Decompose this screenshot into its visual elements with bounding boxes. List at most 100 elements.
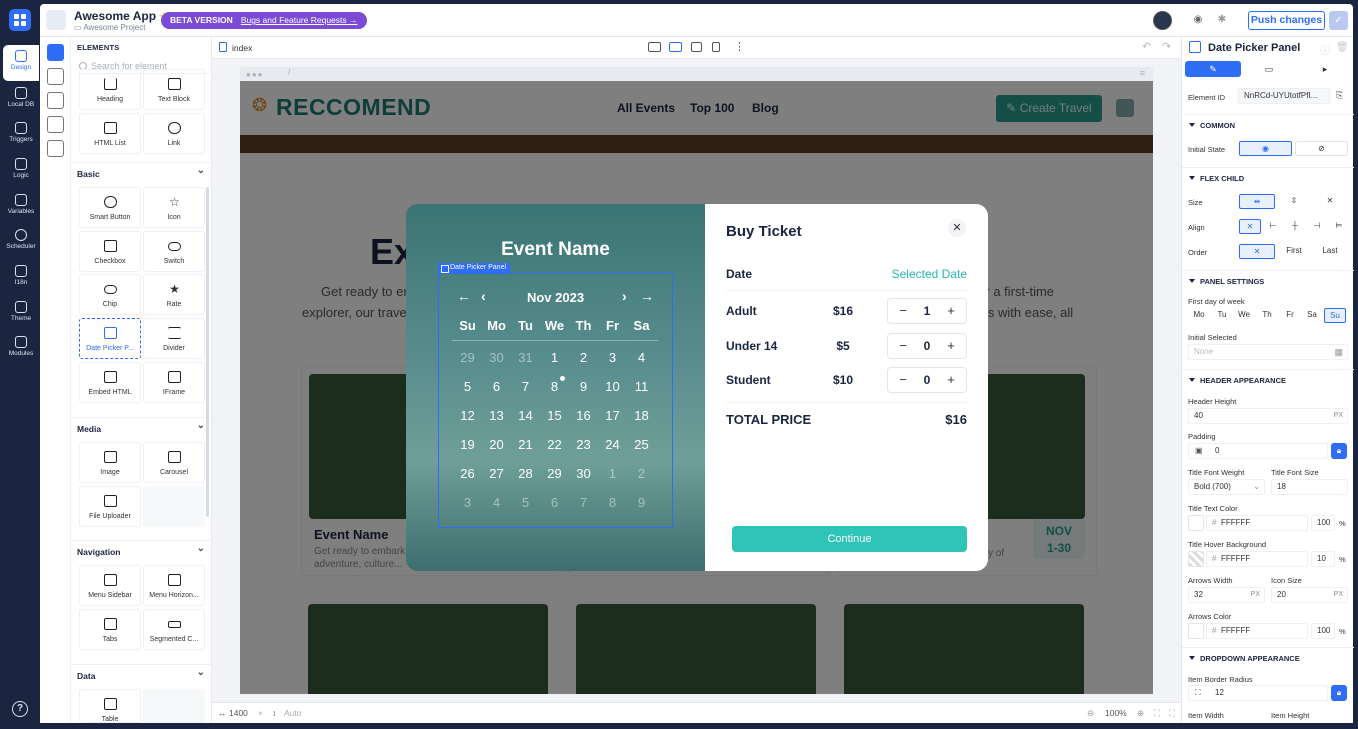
- next-year-arrow-icon[interactable]: →: [640, 288, 654, 304]
- order-last-button[interactable]: Last: [1313, 244, 1347, 259]
- calendar-day[interactable]: 3: [598, 350, 627, 365]
- section-navigation[interactable]: Navigation: [71, 538, 211, 562]
- tile-switch[interactable]: Switch: [143, 231, 205, 272]
- next-month-arrow-icon[interactable]: ›: [622, 288, 627, 304]
- align-none-icon[interactable]: ✕: [1239, 219, 1261, 234]
- calendar-day[interactable]: 9: [627, 495, 656, 510]
- avatar[interactable]: [1153, 11, 1172, 30]
- tile-tabs[interactable]: Tabs: [79, 609, 141, 650]
- tile-image[interactable]: Image: [79, 442, 141, 483]
- assets-icon[interactable]: [47, 140, 64, 157]
- tile-chip[interactable]: Chip: [79, 274, 141, 315]
- tile-divider[interactable]: Divider: [143, 318, 205, 359]
- title-font-weight-select[interactable]: Bold (700) ⌄: [1188, 479, 1265, 495]
- lock-icon[interactable]: 🔒︎: [1331, 685, 1347, 701]
- tile-segmented-control[interactable]: Segmented C...: [143, 609, 205, 650]
- calendar-day[interactable]: 8: [540, 379, 569, 394]
- rail-item-triggers[interactable]: Triggers: [3, 122, 39, 144]
- transparent-swatch[interactable]: [1188, 551, 1204, 567]
- plus-icon[interactable]: +: [944, 372, 958, 387]
- push-changes-button[interactable]: Push changes: [1248, 11, 1325, 30]
- opacity-input[interactable]: 100: [1311, 623, 1335, 639]
- rail-item-modules[interactable]: Modules: [3, 336, 39, 358]
- calendar-day[interactable]: 8: [598, 495, 627, 510]
- zoom-level[interactable]: 100%: [1105, 708, 1127, 718]
- help-icon[interactable]: ?: [12, 701, 28, 717]
- tile-table[interactable]: Table: [79, 689, 141, 723]
- page-icon[interactable]: [47, 92, 64, 109]
- icon-size-input[interactable]: 20 PX: [1271, 587, 1348, 603]
- tile-html-list[interactable]: HTML List: [79, 113, 141, 154]
- calendar-day[interactable]: 1: [540, 350, 569, 365]
- mobile-icon[interactable]: [712, 42, 720, 52]
- tile-text-block[interactable]: Text Block: [143, 69, 205, 110]
- beta-banner[interactable]: BETA VERSION Bugs and Feature Requests →: [161, 12, 367, 29]
- url-bar[interactable]: /: [288, 68, 290, 77]
- plus-icon[interactable]: +: [944, 303, 958, 318]
- doc-name[interactable]: index: [232, 43, 252, 53]
- calendar-day[interactable]: 17: [598, 408, 627, 423]
- rail-item-local-db[interactable]: Local DB: [3, 87, 39, 109]
- delete-icon[interactable]: 🗑: [1336, 42, 1349, 53]
- rail-item-i18n[interactable]: I18n: [3, 265, 39, 287]
- calendar-day[interactable]: 5: [511, 495, 540, 510]
- close-icon[interactable]: ✕: [948, 219, 966, 237]
- calendar-day[interactable]: 12: [453, 408, 482, 423]
- align-center-icon[interactable]: ┼: [1284, 219, 1306, 234]
- rail-item-theme[interactable]: Theme: [3, 301, 39, 323]
- tile-file-uploader[interactable]: File Uploader: [79, 486, 141, 527]
- size-grow-icon[interactable]: ⇳: [1276, 194, 1312, 209]
- browser-menu-icon[interactable]: ≡: [1140, 68, 1145, 78]
- color-swatch[interactable]: [1188, 515, 1204, 531]
- tile-icon[interactable]: ☆ Icon: [143, 187, 205, 228]
- calendar-day[interactable]: 7: [569, 495, 598, 510]
- tile-carousel[interactable]: Carousel: [143, 442, 205, 483]
- calendar-day[interactable]: 23: [569, 437, 598, 452]
- tile-menu-horizontal[interactable]: Menu Horizon...: [143, 565, 205, 606]
- first-day-option[interactable]: Mo: [1188, 308, 1210, 323]
- fullscreen-icon[interactable]: ⛶: [1169, 708, 1175, 719]
- rail-item-variables[interactable]: Variables: [3, 194, 39, 216]
- calendar-day[interactable]: 11: [627, 379, 656, 394]
- rail-item-scheduler[interactable]: Scheduler: [3, 229, 39, 251]
- calendar-day[interactable]: 9: [569, 379, 598, 394]
- calendar-day[interactable]: 28: [511, 466, 540, 481]
- align-start-icon[interactable]: ⊢: [1262, 219, 1284, 234]
- calendar-day[interactable]: 18: [627, 408, 656, 423]
- date-picker-panel[interactable]: Event Name Date Picker Panel ← ‹ Nov 202…: [406, 204, 705, 571]
- quantity-stepper[interactable]: −0 +: [887, 333, 967, 359]
- section-header-appearance[interactable]: HEADER APPEARANCE: [1182, 369, 1354, 390]
- minus-icon[interactable]: −: [896, 372, 910, 387]
- calendar-day[interactable]: 6: [482, 379, 511, 394]
- calendar-day[interactable]: 6: [540, 495, 569, 510]
- title-font-size-input[interactable]: 18: [1271, 479, 1348, 495]
- calendar-day[interactable]: 29: [453, 350, 482, 365]
- tile-heading[interactable]: Heading: [79, 69, 141, 110]
- section-common[interactable]: COMMON: [1182, 114, 1354, 135]
- item-border-radius-input[interactable]: ⛶ 12: [1188, 685, 1328, 701]
- calendar-day[interactable]: 20: [482, 437, 511, 452]
- add-element-icon[interactable]: [47, 44, 64, 61]
- calendar-day[interactable]: 1: [598, 466, 627, 481]
- align-stretch-icon[interactable]: ⊨: [1328, 219, 1350, 234]
- minus-icon[interactable]: −: [896, 303, 910, 318]
- calendar-day[interactable]: 25: [627, 437, 656, 452]
- first-day-option[interactable]: Su: [1324, 308, 1346, 323]
- first-day-option[interactable]: Th: [1256, 308, 1278, 323]
- order-none-icon[interactable]: ✕: [1239, 244, 1275, 259]
- selected-date-link[interactable]: Selected Date: [875, 267, 967, 281]
- section-dropdown-appearance[interactable]: DROPDOWN APPEARANCE: [1182, 647, 1354, 668]
- padding-input[interactable]: ▣ 0: [1188, 443, 1328, 459]
- color-swatch[interactable]: [1188, 623, 1204, 639]
- app-title[interactable]: Awesome App ★: [74, 9, 168, 23]
- calendar-day[interactable]: 2: [569, 350, 598, 365]
- quantity-stepper[interactable]: −0 +: [887, 367, 967, 393]
- rail-item-logic[interactable]: Logic: [3, 158, 39, 180]
- calendar-day[interactable]: 26: [453, 466, 482, 481]
- align-end-icon[interactable]: ⊣: [1306, 219, 1328, 234]
- tile-embed-html[interactable]: Embed HTML: [79, 362, 141, 403]
- initial-selected-input[interactable]: None ▦: [1188, 344, 1348, 360]
- calendar-day[interactable]: 30: [482, 350, 511, 365]
- calendar-day[interactable]: 24: [598, 437, 627, 452]
- header-height-input[interactable]: 40 PX: [1188, 408, 1348, 424]
